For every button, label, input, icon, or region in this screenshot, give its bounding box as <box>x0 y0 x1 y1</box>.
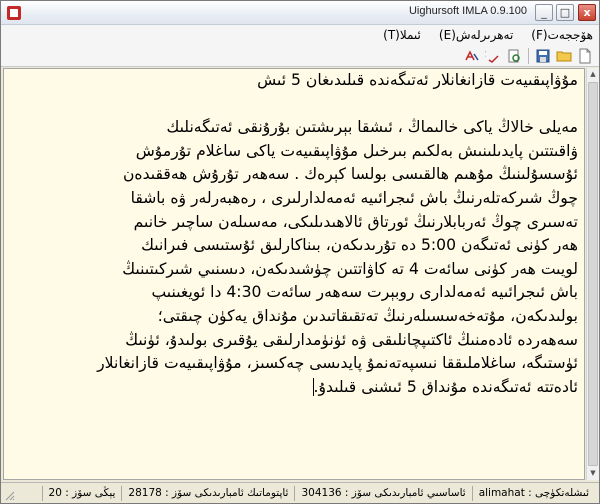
editor-content[interactable]: مۇۋاپىقىيەت قازانغانلار ئەتىگەندە قىلىدى… <box>4 69 584 399</box>
minimize-button[interactable]: _ <box>535 4 553 21</box>
editor-line: چوڭ شىركەتلەرنىڭ باش ئىجرائىيە ئەمەلدارل… <box>130 188 578 207</box>
editor-line: ۋاقىتتىن پايدىلىنىش بەلكىم بىرخىل مۇۋاپى… <box>135 141 578 160</box>
menu-spelling[interactable]: ئىملا(T) <box>383 28 421 42</box>
menu-edit[interactable]: تەھرىرلەش(E) <box>439 28 513 42</box>
toolbar: ABC <box>1 45 599 67</box>
editor-line: ھەر كۈنى ئەتىگەن 5:00 دە تۇرىدىكەن، بىنا… <box>141 236 578 255</box>
scrollbar-thumb[interactable] <box>588 82 598 466</box>
resize-grip-icon[interactable] <box>3 489 15 501</box>
editor-line: لويىت ھەر كۈنى سائەت 4 تە كاۋاتتىن چۈشىد… <box>122 259 578 278</box>
scroll-down-icon[interactable]: ▼ <box>587 467 599 480</box>
vertical-scrollbar[interactable]: ▲ ▼ <box>586 68 599 480</box>
editor-line: مۇۋاپىقىيەت قازانغانلار ئەتىگەندە قىلىدى… <box>257 71 578 89</box>
auto-correct-icon[interactable] <box>462 46 482 66</box>
print-preview-icon[interactable] <box>504 46 524 66</box>
spell-check-icon[interactable]: ABC <box>483 46 503 66</box>
save-icon[interactable] <box>533 46 553 66</box>
editor-line: ئۇسسۇلىنىڭ مۇھىم ھالقىسى بولسا كېرەك . س… <box>122 165 578 184</box>
editor-line: باش ئىجرائىيە ئەمەلدارى روبېرت سەھەر سائ… <box>151 283 579 302</box>
menu-file[interactable]: ھۆججەت(F) <box>531 28 593 42</box>
svg-text:ABC: ABC <box>485 50 486 59</box>
menu-bar: ھۆججەت(F) تەھرىرلەش(E) ئىملا(T) <box>1 25 599 45</box>
editor-line: ئۈستىگە، ساغلاملىققا نىسپەتەنمۇ پايدىسى … <box>97 354 578 373</box>
status-user: ئىشلەتكۈچى : alimahat <box>471 485 595 501</box>
maximize-button[interactable]: □ <box>556 4 574 21</box>
status-new-word-count: يېڭى سۆز : 20 <box>41 485 122 501</box>
app-window: Uighursoft IMLA 0.9.100 _ □ x ھۆججەت(F) … <box>0 0 600 504</box>
editor-line-last: ئادەتتە ئەتىگەندە مۇنداق 5 ئىشنى قىلىدۇ. <box>8 376 578 400</box>
open-folder-icon[interactable] <box>554 46 574 66</box>
new-file-icon[interactable] <box>575 46 595 66</box>
text-editor[interactable]: مۇۋاپىقىيەت قازانغانلار ئەتىگەندە قىلىدى… <box>3 68 585 480</box>
status-basic-dictionary-count: ئاساسىي ئامبارىدىكى سۆز : 304136 <box>294 485 471 501</box>
window-title: Uighursoft IMLA 0.9.100 <box>408 5 527 17</box>
app-logo-icon <box>7 6 21 20</box>
editor-line: سەھەردە ئادەمنىڭ ئاكتىپچانلىقى ۋە ئۈنۈمد… <box>125 330 578 349</box>
status-auto-dictionary-count: ئاپتوماتىك ئامبارىدىكى سۆز : 28178 <box>121 485 294 501</box>
editor-line: مەيلى خالاڭ ياكى خالىماڭ ، ئىشقا بېرىشتى… <box>166 118 578 137</box>
editor-line: تەسىرى چوڭ ئەربابلارنىڭ ئورتاق ئالاھىدىل… <box>133 212 578 231</box>
status-bar: ئىشلەتكۈچى : alimahat ئاساسىي ئامبارىدىك… <box>1 482 599 503</box>
editor-line-text: ئادەتتە ئەتىگەندە مۇنداق 5 ئىشنى قىلىدۇ. <box>313 377 578 396</box>
title-bar[interactable]: Uighursoft IMLA 0.9.100 _ □ x <box>1 1 599 25</box>
close-button[interactable]: x <box>578 4 596 21</box>
toolbar-separator <box>528 47 529 64</box>
editor-line: بولىدىكەن، مۇتەخەسسىلەرنىڭ تەتقىقاتىدىن … <box>157 306 578 325</box>
scroll-up-icon[interactable]: ▲ <box>587 68 599 81</box>
